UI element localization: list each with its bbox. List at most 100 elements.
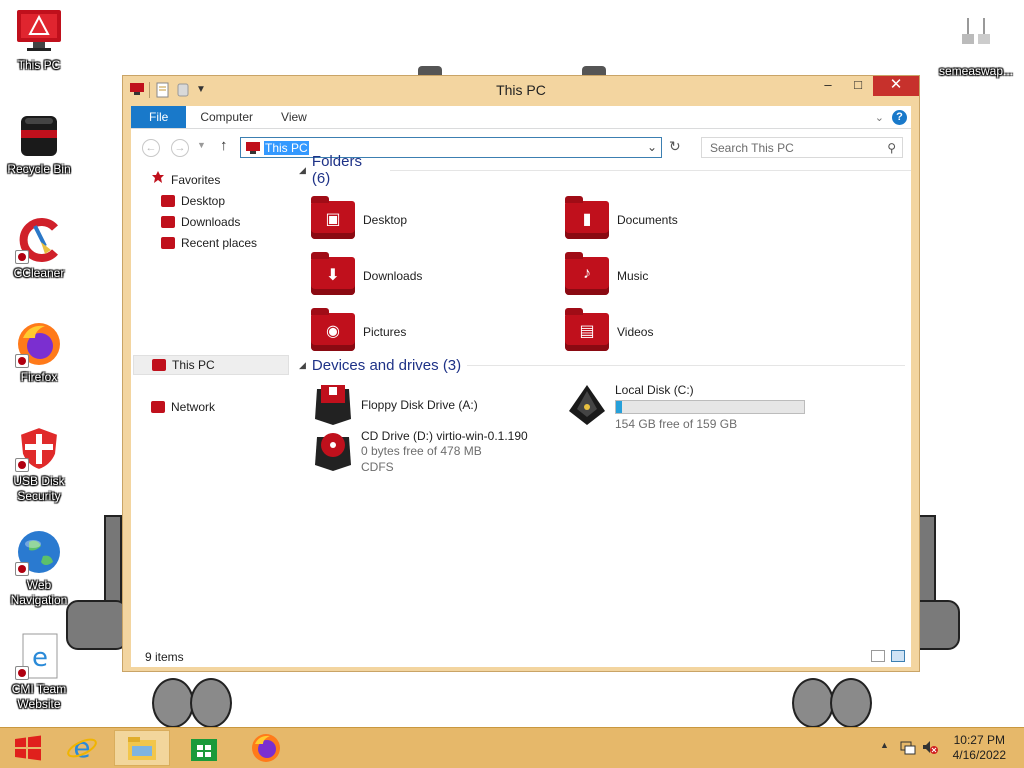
shield-icon: [15, 424, 63, 472]
downloads-folder-icon: ⬇: [311, 252, 355, 295]
desktop-icon-label: This PC: [17, 58, 61, 72]
nav-item-favorites[interactable]: Favorites: [151, 170, 220, 190]
drive-free-space: 154 GB free of 159 GB: [615, 417, 738, 431]
window-controls: – □ ✕: [813, 76, 919, 96]
content-area: Favorites Desktop Downloads Recent place…: [131, 153, 911, 647]
desktop-icon-semeaswap[interactable]: semeaswap...: [936, 14, 1016, 79]
nav-item-recent-places[interactable]: Recent places: [161, 233, 257, 253]
this-pc-small-icon: [245, 141, 261, 158]
firefox-icon: [15, 320, 63, 368]
folder-icon: [128, 737, 156, 760]
this-pc-small-icon: [152, 359, 166, 371]
group-devices-header[interactable]: ◢ Devices and drives (3): [299, 354, 906, 376]
address-dropdown-icon[interactable]: ⌄: [647, 140, 657, 154]
desktop-icon-label: Firefox: [20, 370, 58, 384]
group-folders-header[interactable]: ◢ Folders (6): [299, 153, 911, 187]
desktop-icon-label: Web Navigation: [10, 578, 68, 607]
disk-usage-bar: [615, 400, 805, 414]
desktop-icon-ccleaner[interactable]: CCleaner: [1, 216, 77, 281]
taskbar-internet-explorer[interactable]: e: [54, 730, 110, 766]
back-button[interactable]: ←: [142, 139, 160, 157]
desktop-icon-this-pc[interactable]: This PC: [1, 8, 77, 73]
folder-name: Desktop: [363, 213, 408, 227]
help-icon[interactable]: ?: [892, 109, 907, 125]
drive-name: Local Disk (C:): [615, 383, 694, 397]
network-status-icon[interactable]: [900, 739, 916, 758]
desktop-icon-cmi-team-website[interactable]: e CMI Team Website: [1, 632, 77, 712]
taskbar-file-explorer[interactable]: [114, 730, 170, 766]
ribbon-right-controls: ⌄ ?: [875, 106, 911, 128]
star-icon: [151, 170, 165, 190]
address-bar[interactable]: This PC ⌄: [240, 137, 662, 158]
tab-computer[interactable]: Computer: [186, 106, 267, 128]
navigation-pane: Favorites Desktop Downloads Recent place…: [131, 167, 291, 647]
shortcut-arrow-icon: [15, 250, 29, 264]
network-drive-icon: [952, 14, 1000, 62]
desktop-icon-label: CMI Team Website: [11, 682, 67, 711]
shortcut-arrow-icon: [15, 666, 29, 680]
mascot-foot-left: [152, 678, 232, 728]
taskbar-store[interactable]: [176, 730, 232, 766]
desktop-icon-web-navigation[interactable]: Web Navigation: [1, 528, 77, 608]
clock[interactable]: 10:27 PM 4/16/2022: [953, 733, 1006, 763]
large-icons-view-icon[interactable]: [891, 650, 905, 662]
start-button[interactable]: [0, 730, 56, 766]
folder-videos[interactable]: ▤ Videos: [565, 308, 653, 351]
nav-label: Downloads: [181, 215, 241, 229]
network-small-icon: [151, 401, 165, 413]
desktop-icon-label: USB Disk Security: [13, 474, 65, 503]
close-button[interactable]: ✕: [873, 76, 919, 96]
drive-floppy[interactable]: Floppy Disk Drive (A:): [313, 383, 478, 427]
drive-filesystem: CDFS: [361, 460, 394, 474]
explorer-window: ▼ This PC – □ ✕ File Computer View ⌄ ? ←…: [122, 75, 920, 672]
windows-logo-icon: [15, 735, 41, 761]
tab-file[interactable]: File: [131, 106, 187, 128]
title-bar[interactable]: ▼ This PC – □ ✕: [123, 76, 919, 104]
show-hidden-icons-chevron-icon[interactable]: ▲: [880, 740, 889, 750]
folder-desktop[interactable]: ▣ Desktop: [311, 196, 408, 239]
folder-music[interactable]: ♪ Music: [565, 252, 649, 295]
drive-name: CD Drive (D:) virtio-win-0.1.190: [361, 429, 528, 443]
drive-cd-d[interactable]: CD Drive (D:) virtio-win-0.1.190 0 bytes…: [313, 429, 528, 475]
nav-item-this-pc[interactable]: This PC: [133, 355, 289, 375]
music-folder-icon: ♪: [565, 252, 609, 295]
folder-name: Music: [617, 269, 649, 283]
firefox-icon: [252, 734, 280, 762]
tab-view[interactable]: View: [267, 106, 321, 128]
search-box[interactable]: Search This PC ⚲: [701, 137, 903, 158]
item-count: 9 items: [145, 650, 184, 664]
search-icon[interactable]: ⚲: [887, 141, 896, 155]
volume-muted-icon[interactable]: [922, 739, 938, 758]
forward-button[interactable]: →: [171, 139, 189, 157]
clock-time: 10:27 PM: [953, 733, 1005, 747]
recent-locations-chevron-icon[interactable]: ▼: [197, 140, 206, 150]
search-placeholder: Search This PC: [710, 141, 794, 155]
folder-documents[interactable]: ▮ Documents: [565, 196, 678, 239]
minimize-button[interactable]: –: [813, 76, 843, 96]
file-list: ◢ Folders (6) ▣ Desktop ▮ Documents ⬇ Do…: [299, 153, 911, 647]
taskbar: e ▲ 10:27 PM 4/16/2022: [0, 727, 1024, 768]
folder-pictures[interactable]: ◉ Pictures: [311, 308, 406, 351]
folder-downloads[interactable]: ⬇ Downloads: [311, 252, 422, 295]
desktop-icon-firefox[interactable]: Firefox: [1, 320, 77, 385]
group-title: Devices and drives (3): [311, 356, 462, 374]
taskbar-firefox[interactable]: [238, 730, 294, 766]
mascot-foot-right: [792, 678, 872, 728]
expand-ribbon-chevron-icon[interactable]: ⌄: [875, 111, 884, 124]
details-view-icon[interactable]: [871, 650, 885, 662]
collapse-triangle-icon[interactable]: ◢: [299, 360, 306, 371]
refresh-icon[interactable]: ↻: [669, 138, 681, 155]
nav-item-network[interactable]: Network: [151, 397, 215, 417]
collapse-triangle-icon[interactable]: ◢: [299, 165, 306, 176]
nav-item-downloads[interactable]: Downloads: [161, 212, 240, 232]
maximize-button[interactable]: □: [843, 76, 873, 96]
drive-free-space: 0 bytes free of 478 MB: [361, 444, 482, 458]
drive-local-c[interactable]: Local Disk (C:) 154 GB free of 159 GB: [567, 383, 805, 432]
desktop-icon-recycle-bin[interactable]: Recycle Bin: [1, 112, 77, 177]
desktop-icon-label: semeaswap...: [938, 64, 1014, 78]
desktop-icon-label: CCleaner: [13, 266, 65, 280]
address-text[interactable]: This PC: [264, 141, 309, 155]
desktop-icon-usb-disk-security[interactable]: USB Disk Security: [1, 424, 77, 504]
up-arrow-icon[interactable]: ↑: [220, 137, 228, 154]
nav-item-desktop[interactable]: Desktop: [161, 191, 225, 211]
